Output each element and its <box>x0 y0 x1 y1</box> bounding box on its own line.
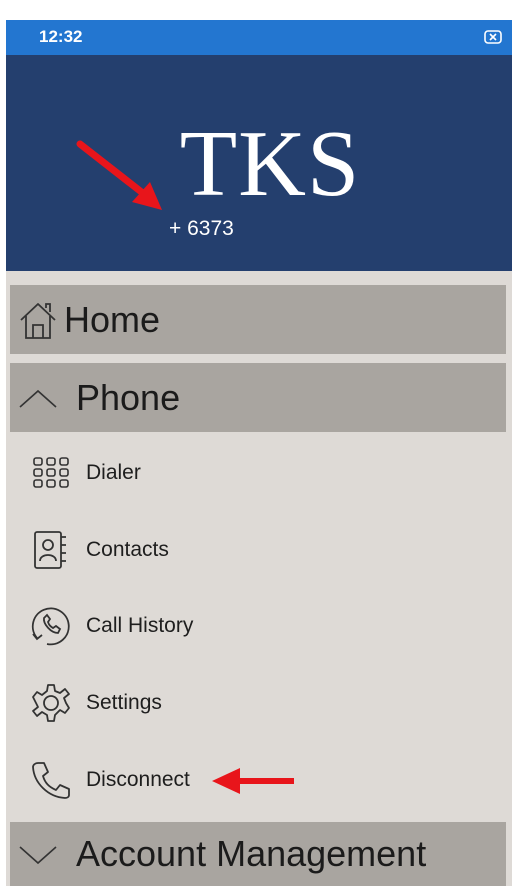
redaction-block <box>248 215 353 243</box>
menu-section-home-label: Home <box>64 298 161 340</box>
annotation-arrow-left-icon <box>212 768 294 794</box>
status-bar: 12:32 <box>6 20 512 55</box>
menu-item-settings[interactable]: Settings <box>28 678 162 728</box>
menu-section-account-management[interactable]: Account Management <box>10 822 506 886</box>
dialpad-icon <box>28 450 74 496</box>
phone-number: + 6373 <box>169 217 234 240</box>
phone-handset-icon <box>28 757 74 803</box>
menu-item-disconnect[interactable]: Disconnect <box>28 755 190 805</box>
chevron-down-icon <box>16 839 60 869</box>
annotation-arrow-icon <box>76 140 162 210</box>
menu-item-dialer[interactable]: Dialer <box>28 448 141 498</box>
menu-section-phone-label: Phone <box>76 376 181 418</box>
close-box-icon <box>484 30 502 44</box>
menu-section-phone[interactable]: Phone <box>10 363 506 432</box>
menu-item-contacts-label: Contacts <box>86 538 169 561</box>
menu-item-settings-label: Settings <box>86 691 162 714</box>
contacts-book-icon <box>28 527 74 573</box>
menu-item-dialer-label: Dialer <box>86 461 141 484</box>
home-icon <box>16 298 60 342</box>
menu-item-call-history-label: Call History <box>86 614 194 637</box>
menu-item-disconnect-label: Disconnect <box>86 768 190 791</box>
menu-section-home[interactable]: Home <box>10 285 506 354</box>
chevron-up-icon <box>16 383 60 413</box>
call-history-icon <box>28 603 74 649</box>
status-time: 12:32 <box>39 27 83 46</box>
gear-icon <box>28 680 74 726</box>
menu-item-contacts[interactable]: Contacts <box>28 525 169 575</box>
menu-section-account-label: Account Management <box>76 833 427 874</box>
menu-item-call-history[interactable]: Call History <box>28 601 193 651</box>
